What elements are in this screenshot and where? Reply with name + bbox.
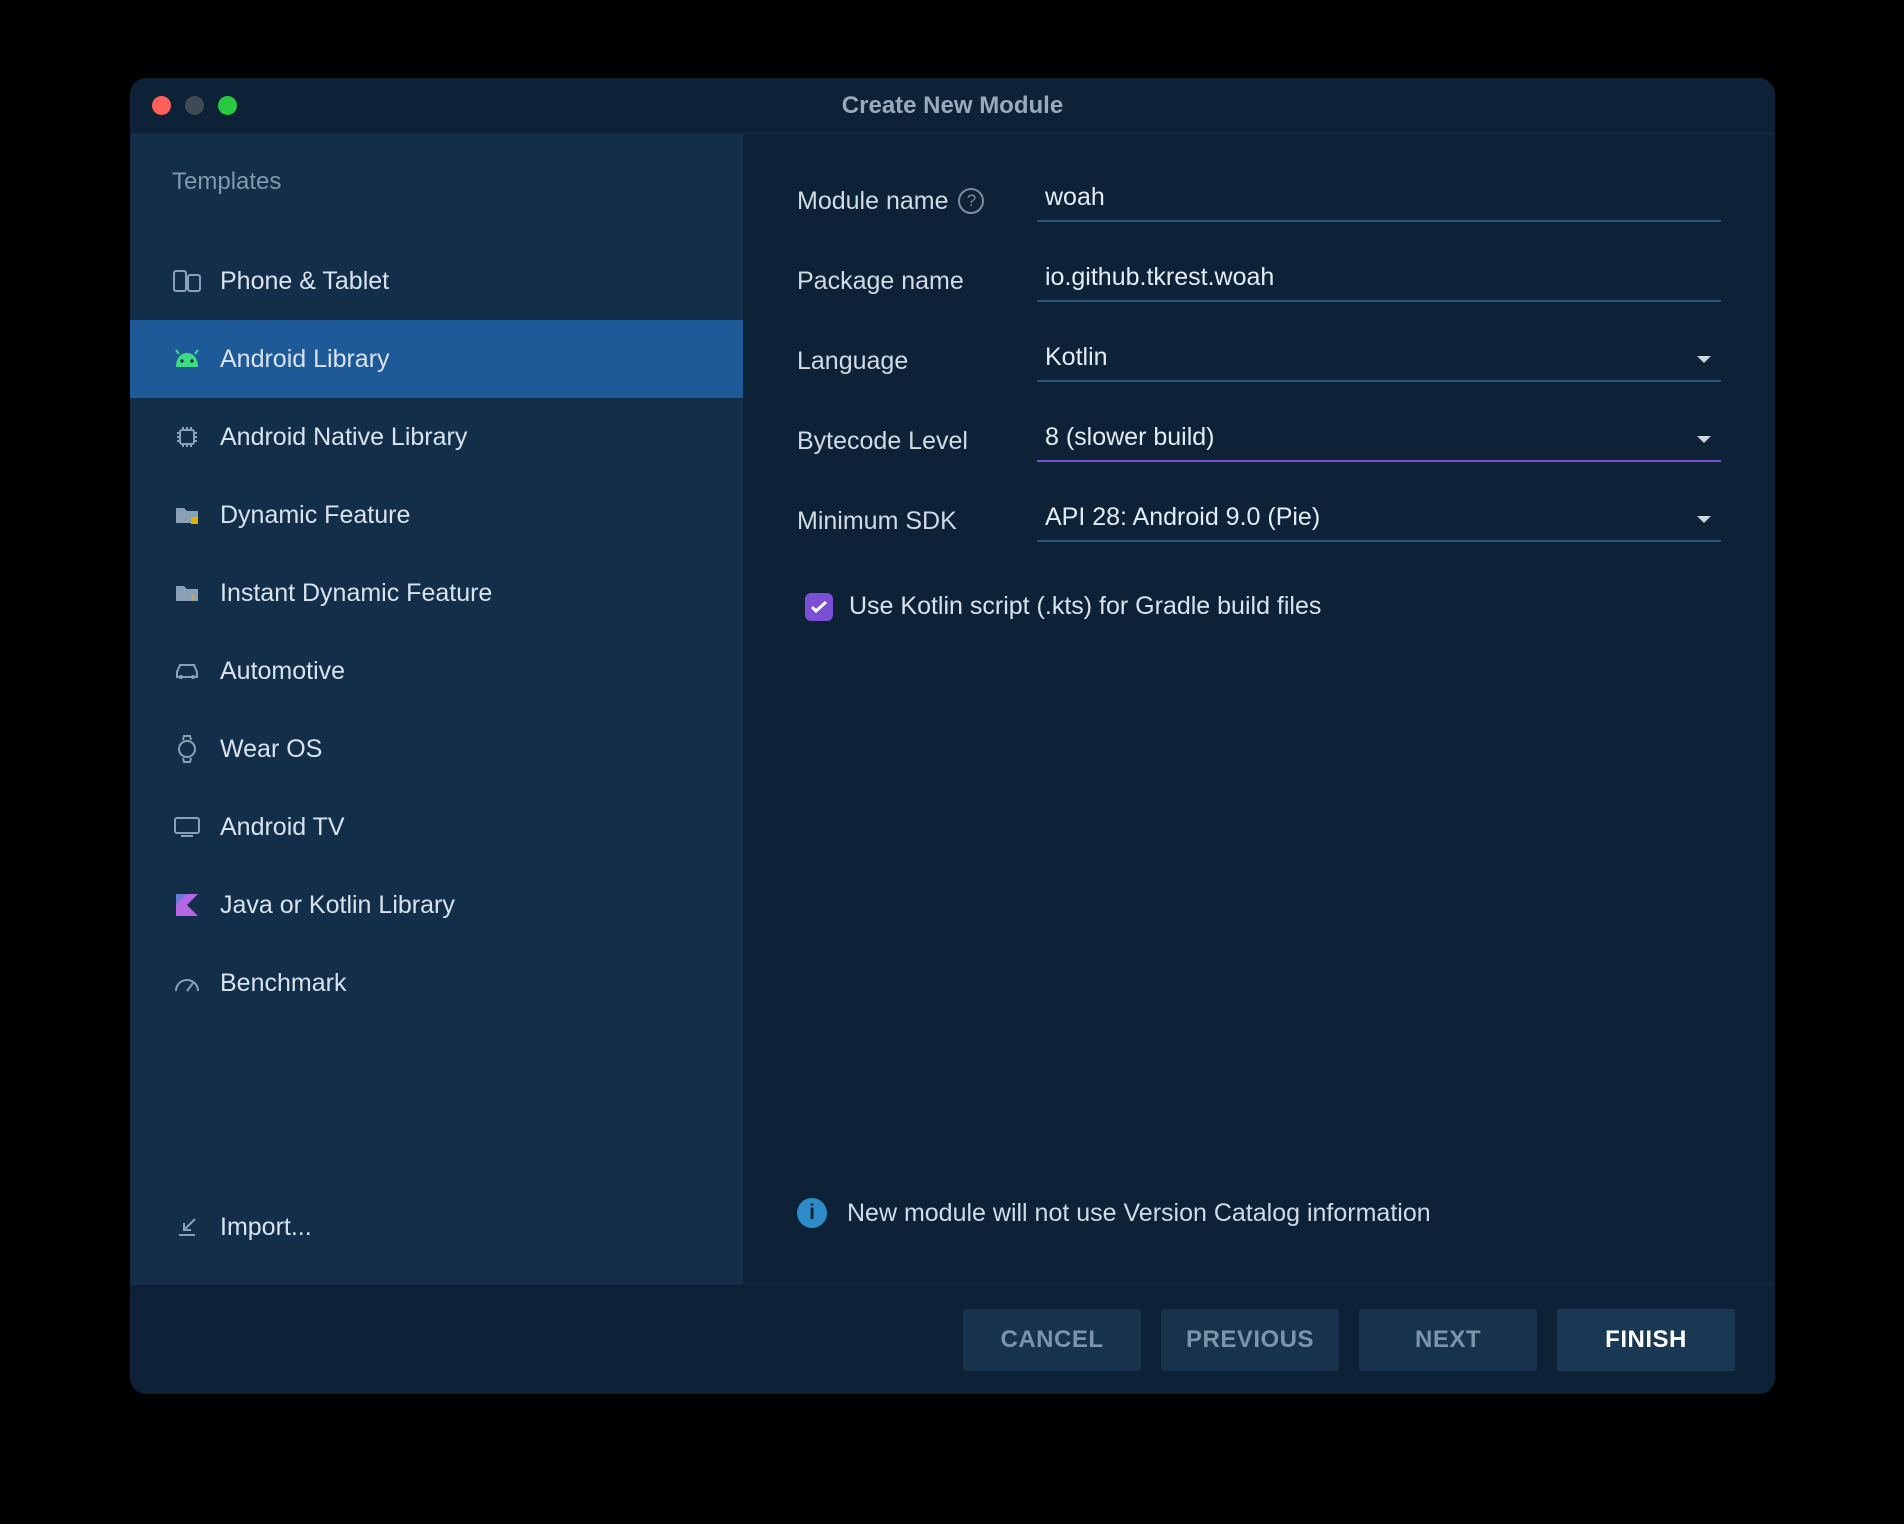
- row-language: Language Kotlin: [797, 340, 1721, 382]
- sidebar-item-label: Phone & Tablet: [220, 267, 389, 296]
- sidebar-item-label: Android TV: [220, 813, 345, 842]
- chevron-down-icon: [1695, 504, 1713, 533]
- folder-dynamic-icon: [172, 504, 202, 526]
- kotlin-icon: [172, 894, 202, 916]
- row-package-name: Package name: [797, 260, 1721, 302]
- sidebar-item-label: Wear OS: [220, 735, 322, 764]
- form-panel: Module name ? Package name Language Kotl…: [743, 134, 1775, 1284]
- sidebar-item-wear-os[interactable]: Wear OS: [130, 710, 743, 788]
- phone-tablet-icon: [172, 269, 202, 293]
- sidebar-item-label: Dynamic Feature: [220, 501, 410, 530]
- tv-icon: [172, 816, 202, 838]
- input-package-name[interactable]: [1045, 263, 1713, 292]
- android-icon: [172, 349, 202, 369]
- label-min-sdk: Minimum SDK: [797, 507, 1037, 536]
- cancel-button[interactable]: CANCEL: [963, 1309, 1141, 1371]
- titlebar: Create New Module: [130, 78, 1775, 134]
- sidebar-item-label: Import...: [220, 1213, 312, 1242]
- sidebar-item-android-library[interactable]: Android Library: [130, 320, 743, 398]
- close-window-icon[interactable]: [152, 96, 171, 115]
- sidebar-item-label: Automotive: [220, 657, 345, 686]
- sidebar-item-java-kotlin-library[interactable]: Java or Kotlin Library: [130, 866, 743, 944]
- row-kts-checkbox: Use Kotlin script (.kts) for Gradle buil…: [797, 592, 1721, 621]
- sidebar-item-dynamic-feature[interactable]: Dynamic Feature: [130, 476, 743, 554]
- input-module-name[interactable]: [1045, 183, 1713, 212]
- zoom-window-icon[interactable]: [218, 96, 237, 115]
- chevron-down-icon: [1695, 424, 1713, 453]
- gauge-icon: [172, 973, 202, 993]
- watch-icon: [172, 735, 202, 763]
- select-bytecode[interactable]: 8 (slower build): [1037, 420, 1721, 462]
- select-language-value: Kotlin: [1045, 343, 1108, 372]
- row-module-name: Module name ?: [797, 180, 1721, 222]
- select-min-sdk-value: API 28: Android 9.0 (Pie): [1045, 503, 1320, 532]
- chevron-down-icon: [1695, 344, 1713, 373]
- info-text: New module will not use Version Catalog …: [847, 1199, 1431, 1228]
- input-package-name-wrap: [1037, 260, 1721, 302]
- sidebar-item-label: Instant Dynamic Feature: [220, 579, 492, 608]
- minimize-window-icon[interactable]: [185, 96, 204, 115]
- label-package-name: Package name: [797, 267, 1037, 296]
- row-bytecode: Bytecode Level 8 (slower build): [797, 420, 1721, 462]
- input-module-name-wrap: [1037, 180, 1721, 222]
- dialog-body: Templates Phone & Tablet Android Library…: [130, 134, 1775, 1284]
- select-language[interactable]: Kotlin: [1037, 340, 1721, 382]
- kts-checkbox[interactable]: [805, 593, 833, 621]
- window-controls: [152, 96, 237, 115]
- sidebar-item-label: Java or Kotlin Library: [220, 891, 455, 920]
- finish-button[interactable]: FINISH: [1557, 1309, 1735, 1371]
- sidebar-item-instant-dynamic-feature[interactable]: Instant Dynamic Feature: [130, 554, 743, 632]
- sidebar-item-automotive[interactable]: Automotive: [130, 632, 743, 710]
- select-bytecode-value: 8 (slower build): [1045, 423, 1215, 452]
- window-title: Create New Module: [130, 92, 1775, 120]
- sidebar-item-import[interactable]: Import...: [130, 1188, 743, 1266]
- car-icon: [172, 662, 202, 680]
- label-module-name: Module name ?: [797, 187, 1037, 216]
- dialog-window: Create New Module Templates Phone & Tabl…: [130, 78, 1775, 1394]
- sidebar-item-android-tv[interactable]: Android TV: [130, 788, 743, 866]
- label-bytecode: Bytecode Level: [797, 427, 1037, 456]
- import-icon: [172, 1216, 202, 1238]
- sidebar-item-phone-tablet[interactable]: Phone & Tablet: [130, 242, 743, 320]
- templates-sidebar: Templates Phone & Tablet Android Library…: [130, 134, 743, 1284]
- info-row: i New module will not use Version Catalo…: [797, 1198, 1721, 1228]
- info-icon: i: [797, 1198, 827, 1228]
- sidebar-item-label: Android Native Library: [220, 423, 467, 452]
- sidebar-item-benchmark[interactable]: Benchmark: [130, 944, 743, 1022]
- dialog-footer: CANCEL PREVIOUS NEXT FINISH: [130, 1284, 1775, 1394]
- next-button[interactable]: NEXT: [1359, 1309, 1537, 1371]
- folder-instant-icon: [172, 582, 202, 604]
- sidebar-item-native-library[interactable]: Android Native Library: [130, 398, 743, 476]
- label-language: Language: [797, 347, 1037, 376]
- help-icon[interactable]: ?: [958, 188, 984, 214]
- sidebar-heading: Templates: [130, 168, 743, 242]
- kts-checkbox-label: Use Kotlin script (.kts) for Gradle buil…: [849, 592, 1321, 621]
- previous-button[interactable]: PREVIOUS: [1161, 1309, 1339, 1371]
- sidebar-item-label: Benchmark: [220, 969, 346, 998]
- chip-icon: [172, 425, 202, 449]
- select-min-sdk[interactable]: API 28: Android 9.0 (Pie): [1037, 500, 1721, 542]
- row-min-sdk: Minimum SDK API 28: Android 9.0 (Pie): [797, 500, 1721, 542]
- sidebar-item-label: Android Library: [220, 345, 390, 374]
